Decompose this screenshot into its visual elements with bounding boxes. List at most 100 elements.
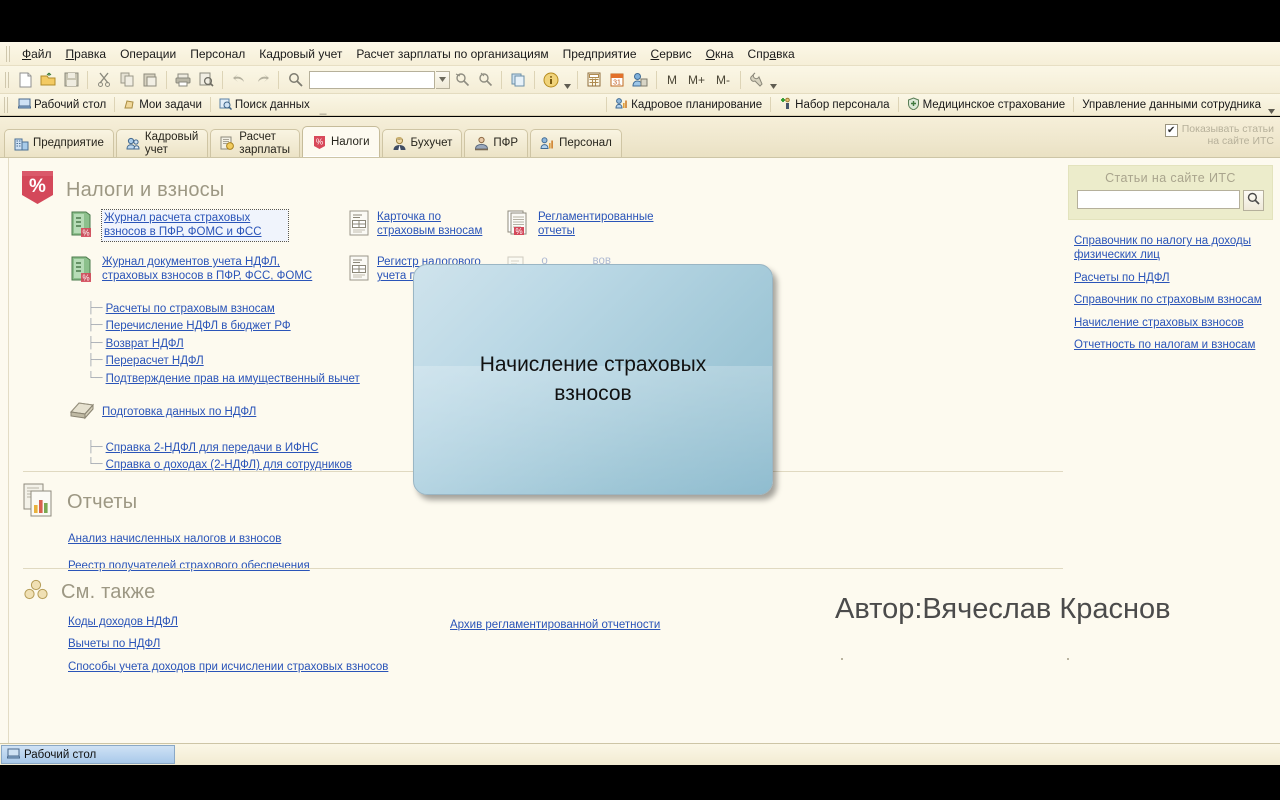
- link-income-accounting-methods[interactable]: Способы учета доходов при исчислении стр…: [68, 660, 448, 674]
- its-link-tax-reporting[interactable]: Отчетность по налогам и взносам: [1074, 338, 1269, 352]
- svg-text:31: 31: [613, 80, 621, 87]
- link-ndfl-recalculation[interactable]: Перерасчет НДФЛ: [106, 354, 204, 368]
- link-insurance-recipients-registry[interactable]: Реестр получателей страхового обеспечени…: [68, 559, 310, 573]
- new-document-icon[interactable]: [14, 69, 36, 91]
- link-insurance-card[interactable]: Карточка по страховым взносам: [377, 210, 487, 239]
- link-prepare-ndfl-data[interactable]: Подготовка данных по НДФЛ: [102, 405, 256, 419]
- find-icon[interactable]: [284, 69, 306, 91]
- memory-minus-button[interactable]: M-: [711, 73, 735, 87]
- print-preview-icon[interactable]: [195, 69, 217, 91]
- its-link-ndfl-settlements[interactable]: Расчеты по НДФЛ: [1074, 271, 1269, 285]
- menu-item-enterprise[interactable]: Предприятие: [556, 44, 644, 64]
- taxes-column-1: % Журнал расчета страховых взносов в ПФР…: [69, 209, 369, 473]
- tab-pfr[interactable]: ПФР: [464, 129, 529, 157]
- calendar-icon[interactable]: 31: [606, 69, 628, 91]
- search-input[interactable]: [309, 70, 435, 89]
- tab-label-payroll: Расчет: [239, 131, 276, 144]
- link-2ndfl-for-ifns[interactable]: Справка 2-НДФЛ для передачи в ИФНС: [106, 441, 319, 455]
- fav-item-desktop[interactable]: Рабочий стол: [12, 96, 112, 114]
- favorites-separator-1: [114, 97, 116, 112]
- svg-text:%: %: [82, 274, 89, 283]
- cut-icon[interactable]: [93, 69, 115, 91]
- link-ndfl-transfer-budget[interactable]: Перечисление НДФЛ в бюджет РФ: [106, 319, 291, 333]
- link-regulated-reports-archive[interactable]: Архив регламентированной отчетности: [450, 619, 660, 631]
- show-its-articles-label-line2: на сайте ИТС: [1207, 135, 1274, 148]
- tree-branch-icon: ├─: [87, 319, 103, 332]
- find-next-icon[interactable]: [451, 69, 473, 91]
- open-folder-icon[interactable]: [37, 69, 59, 91]
- favorites-drag-grip[interactable]: [4, 96, 9, 113]
- show-its-articles-checkbox-group[interactable]: ✔ Показывать статьи на сайте ИТС: [1164, 123, 1274, 148]
- menu-drag-grip[interactable]: [6, 45, 11, 62]
- menu-item-help[interactable]: Справка: [741, 44, 802, 64]
- tools-icon[interactable]: [746, 69, 768, 91]
- toolbar-separator-7: [577, 70, 578, 89]
- tab-personnel[interactable]: Персонал: [530, 129, 622, 157]
- save-icon[interactable]: [60, 69, 82, 91]
- link-ndfl-refund[interactable]: Возврат НДФЛ: [106, 337, 184, 351]
- redo-icon[interactable]: [251, 69, 273, 91]
- tab-accounting[interactable]: Бухучет: [381, 129, 463, 157]
- info-dropdown-icon[interactable]: [563, 71, 572, 89]
- pfr-icon: [474, 136, 489, 151]
- info-icon[interactable]: [540, 69, 562, 91]
- link-tax-analysis[interactable]: Анализ начисленных налогов и взносов: [68, 532, 310, 546]
- register-card-icon: [349, 255, 370, 286]
- tab-label-taxes: Налоги: [330, 135, 370, 148]
- undo-icon[interactable]: [228, 69, 250, 91]
- search-dropdown-icon[interactable]: [436, 70, 450, 89]
- tree-item-5: └─ Подтверждение прав на имущественный вы…: [87, 372, 369, 386]
- tab-label-pfr: ПФР: [493, 137, 519, 150]
- menu-item-service[interactable]: Сервис: [644, 44, 699, 64]
- memory-plus-button[interactable]: M+: [683, 73, 710, 87]
- its-link-insurance-handbook[interactable]: Справочник по страховым взносам: [1074, 293, 1269, 307]
- its-link-ndfl-handbook[interactable]: Справочник по налогу на доходы физически…: [1074, 234, 1269, 263]
- fav-item-recruiting[interactable]: Набор персонала: [773, 96, 895, 114]
- menu-item-personnel[interactable]: Персонал: [183, 44, 252, 64]
- prepare-ndfl-row: Подготовка данных по НДФЛ: [69, 400, 369, 425]
- fav-item-hr-planning[interactable]: Кадровое планирование: [609, 96, 768, 114]
- fav-item-employee-data[interactable]: Управление данными сотрудника: [1076, 98, 1267, 112]
- link-regulated-reports[interactable]: Регламентированные отчеты: [538, 210, 678, 239]
- link-property-deduction-confirm[interactable]: Подтверждение прав на имущественный выче…: [106, 372, 360, 386]
- tab-enterprise[interactable]: Предприятие: [4, 129, 114, 157]
- its-search-button[interactable]: [1243, 190, 1264, 211]
- calculator-icon[interactable]: [583, 69, 605, 91]
- toolbar-drag-grip[interactable]: [5, 71, 10, 88]
- show-its-articles-checkbox[interactable]: ✔: [1164, 124, 1178, 137]
- link-insurance-settlements[interactable]: Расчеты по страховым взносам: [106, 302, 275, 316]
- link-ndfl-deductions[interactable]: Вычеты по НДФЛ: [68, 637, 448, 651]
- paste-icon[interactable]: [139, 69, 161, 91]
- favorites-collapse-handle[interactable]: _: [320, 101, 327, 115]
- tab-taxes[interactable]: % Налоги: [301, 126, 380, 157]
- favorites-overflow-icon[interactable]: [1267, 96, 1276, 114]
- fav-item-my-tasks[interactable]: Мои задачи: [117, 96, 208, 114]
- menu-item-edit[interactable]: Правка: [59, 44, 114, 64]
- link-income-codes[interactable]: Коды доходов НДФЛ: [68, 615, 448, 629]
- menu-item-payroll[interactable]: Расчет зарплаты по организациям: [349, 44, 555, 64]
- menu-item-file[interactable]: Файл: [15, 44, 59, 64]
- link-insurance-calc-journal[interactable]: Журнал расчета страховых взносов в ПФР, …: [101, 209, 289, 242]
- link-ndfl-documents-journal[interactable]: Журнал документов учета НДФЛ, страховых …: [102, 255, 317, 284]
- find-cancel-icon[interactable]: [474, 69, 496, 91]
- tab-payroll[interactable]: Расчет зарплаты: [210, 129, 300, 157]
- print-icon[interactable]: [172, 69, 194, 91]
- journal-book-icon-2: %: [69, 255, 95, 288]
- memory-recall-button[interactable]: M: [662, 73, 682, 87]
- menu-item-hr-accounting[interactable]: Кадровый учет: [252, 44, 349, 64]
- menu-item-windows[interactable]: Окна: [699, 44, 741, 64]
- its-search-input[interactable]: [1077, 190, 1240, 209]
- tab-hr-accounting[interactable]: Кадровый учет: [115, 129, 209, 157]
- copy-window-icon[interactable]: [507, 69, 529, 91]
- its-link-insurance-accrual[interactable]: Начисление страховых взносов: [1074, 316, 1269, 330]
- tools-dropdown-icon[interactable]: [769, 71, 778, 89]
- fav-item-medical-insurance[interactable]: Медицинское страхование: [901, 96, 1072, 114]
- user-settings-icon[interactable]: [629, 69, 651, 91]
- reports-percent-icon: %: [507, 210, 531, 241]
- reports-chart-icon: [23, 483, 55, 522]
- fav-item-search-data[interactable]: Поиск данных: [213, 96, 316, 114]
- taskbar-button-desktop[interactable]: Рабочий стол: [1, 745, 175, 764]
- fav-label-search-data: Поиск данных: [234, 98, 310, 111]
- copy-icon[interactable]: [116, 69, 138, 91]
- menu-item-operations[interactable]: Операции: [113, 44, 183, 64]
